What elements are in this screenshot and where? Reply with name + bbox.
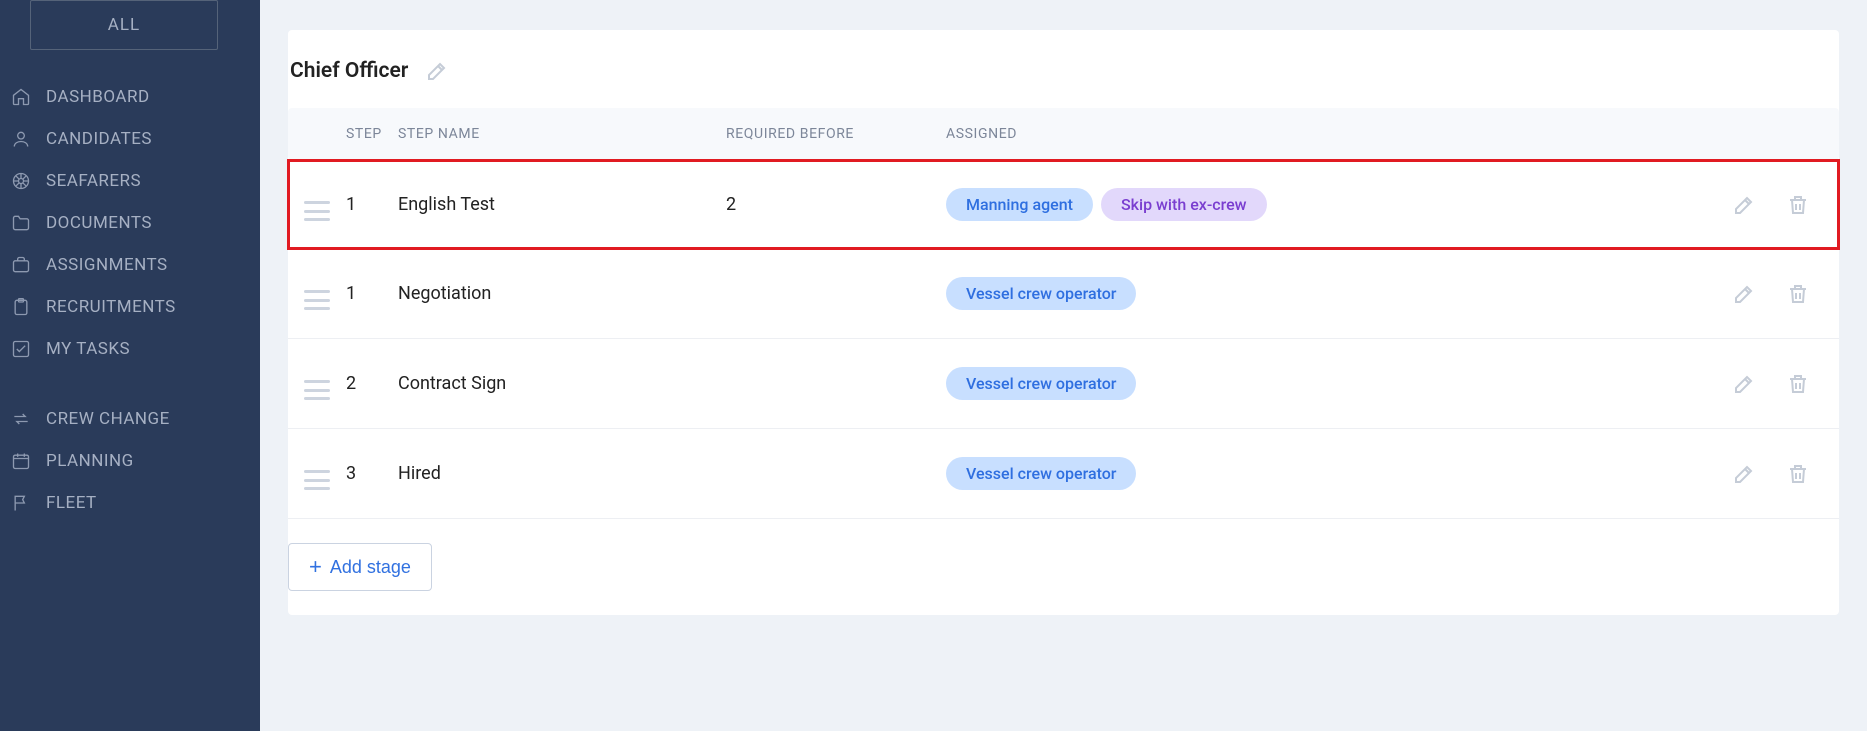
trash-icon — [1786, 372, 1810, 396]
add-stage-button[interactable]: + Add stage — [288, 543, 432, 591]
trash-icon — [1786, 282, 1810, 306]
step-name: English Test — [398, 194, 726, 215]
home-icon — [10, 86, 32, 108]
trash-icon — [1786, 193, 1810, 217]
sidebar-item-documents[interactable]: DOCUMENTS — [0, 202, 260, 244]
sidebar-item-seafarers[interactable]: SEAFARERS — [0, 160, 260, 202]
sidebar-item-label: DOCUMENTS — [46, 213, 152, 233]
step-name: Negotiation — [398, 283, 726, 304]
checkbox-icon — [10, 338, 32, 360]
case-icon — [10, 254, 32, 276]
flag-icon — [10, 492, 32, 514]
step-number: 1 — [346, 283, 398, 304]
col-required: REQUIRED BEFORE — [726, 126, 946, 142]
sidebar-item-label: MY TASKS — [46, 339, 130, 359]
step-name: Hired — [398, 463, 726, 484]
drag-handle[interactable] — [304, 470, 330, 490]
sidebar-item-label: FLEET — [46, 493, 97, 513]
drag-handle[interactable] — [304, 290, 330, 310]
delete-row-button[interactable] — [1785, 192, 1811, 218]
folder-icon — [10, 212, 32, 234]
edit-title-button[interactable] — [424, 58, 450, 84]
table-row: 1Negotiation Vessel crew operator — [288, 249, 1839, 339]
assigned-cell: Manning agentSkip with ex-crew — [946, 188, 1713, 221]
sidebar: ALL DASHBOARD CANDIDATES SEAFARERS DOCUM… — [0, 0, 260, 731]
stages-card: Chief Officer STEP STEP NAME REQUIRED BE… — [288, 30, 1839, 615]
step-name: Contract Sign — [398, 373, 726, 394]
table-body: 1English Test2Manning agentSkip with ex-… — [288, 160, 1839, 519]
table-header: STEP STEP NAME REQUIRED BEFORE ASSIGNED — [288, 108, 1839, 160]
sidebar-item-crew-change[interactable]: CREW CHANGE — [0, 398, 260, 440]
table-row: 1English Test2Manning agentSkip with ex-… — [288, 160, 1839, 249]
sidebar-item-dashboard[interactable]: DASHBOARD — [0, 76, 260, 118]
assigned-badge: Vessel crew operator — [946, 277, 1136, 310]
table-row: 2Contract Sign Vessel crew operator — [288, 339, 1839, 429]
exchange-icon — [10, 408, 32, 430]
sidebar-item-candidates[interactable]: CANDIDATES — [0, 118, 260, 160]
user-icon — [10, 128, 32, 150]
edit-icon — [1732, 193, 1756, 217]
sidebar-item-label: PLANNING — [46, 451, 134, 471]
delete-row-button[interactable] — [1785, 281, 1811, 307]
edit-row-button[interactable] — [1731, 371, 1757, 397]
sidebar-item-label: DASHBOARD — [46, 87, 150, 107]
nav-divider — [0, 370, 260, 398]
assigned-badge: Manning agent — [946, 188, 1093, 221]
step-number: 3 — [346, 463, 398, 484]
sidebar-item-label: CREW CHANGE — [46, 409, 170, 429]
sidebar-item-label: CANDIDATES — [46, 129, 152, 149]
edit-icon — [1732, 282, 1756, 306]
drag-handle[interactable] — [304, 201, 330, 221]
assigned-badge: Skip with ex-crew — [1101, 188, 1267, 221]
assigned-badge: Vessel crew operator — [946, 457, 1136, 490]
sidebar-item-assignments[interactable]: ASSIGNMENTS — [0, 244, 260, 286]
sidebar-item-fleet[interactable]: FLEET — [0, 482, 260, 524]
delete-row-button[interactable] — [1785, 461, 1811, 487]
edit-icon — [1732, 372, 1756, 396]
assigned-cell: Vessel crew operator — [946, 457, 1713, 490]
sidebar-item-recruitments[interactable]: RECRUITMENTS — [0, 286, 260, 328]
col-assigned: ASSIGNED — [946, 126, 1713, 142]
col-step: STEP — [346, 126, 398, 142]
edit-row-button[interactable] — [1731, 461, 1757, 487]
sidebar-item-label: RECRUITMENTS — [46, 297, 176, 317]
edit-icon — [1732, 462, 1756, 486]
required-before: 2 — [726, 194, 946, 215]
clipboard-icon — [10, 296, 32, 318]
main-content: Chief Officer STEP STEP NAME REQUIRED BE… — [260, 0, 1867, 731]
page-title: Chief Officer — [290, 59, 408, 83]
nav-list-top: DASHBOARD CANDIDATES SEAFARERS DOCUMENTS… — [0, 62, 260, 538]
stages-table: STEP STEP NAME REQUIRED BEFORE ASSIGNED … — [288, 108, 1839, 519]
edit-row-button[interactable] — [1731, 281, 1757, 307]
col-name: STEP NAME — [398, 126, 726, 142]
edit-icon — [425, 59, 449, 83]
sidebar-item-label: SEAFARERS — [46, 171, 141, 191]
sidebar-item-my-tasks[interactable]: MY TASKS — [0, 328, 260, 370]
assigned-cell: Vessel crew operator — [946, 277, 1713, 310]
step-number: 2 — [346, 373, 398, 394]
trash-icon — [1786, 462, 1810, 486]
sidebar-item-label: ASSIGNMENTS — [46, 255, 168, 275]
calendar-icon — [10, 450, 32, 472]
assigned-badge: Vessel crew operator — [946, 367, 1136, 400]
sidebar-item-planning[interactable]: PLANNING — [0, 440, 260, 482]
all-filter-button[interactable]: ALL — [30, 0, 218, 50]
add-stage-label: Add stage — [330, 557, 411, 578]
delete-row-button[interactable] — [1785, 371, 1811, 397]
plus-icon: + — [309, 556, 322, 578]
edit-row-button[interactable] — [1731, 192, 1757, 218]
table-row: 3Hired Vessel crew operator — [288, 429, 1839, 519]
wheel-icon — [10, 170, 32, 192]
assigned-cell: Vessel crew operator — [946, 367, 1713, 400]
drag-handle[interactable] — [304, 380, 330, 400]
step-number: 1 — [346, 194, 398, 215]
card-header: Chief Officer — [288, 58, 1839, 108]
